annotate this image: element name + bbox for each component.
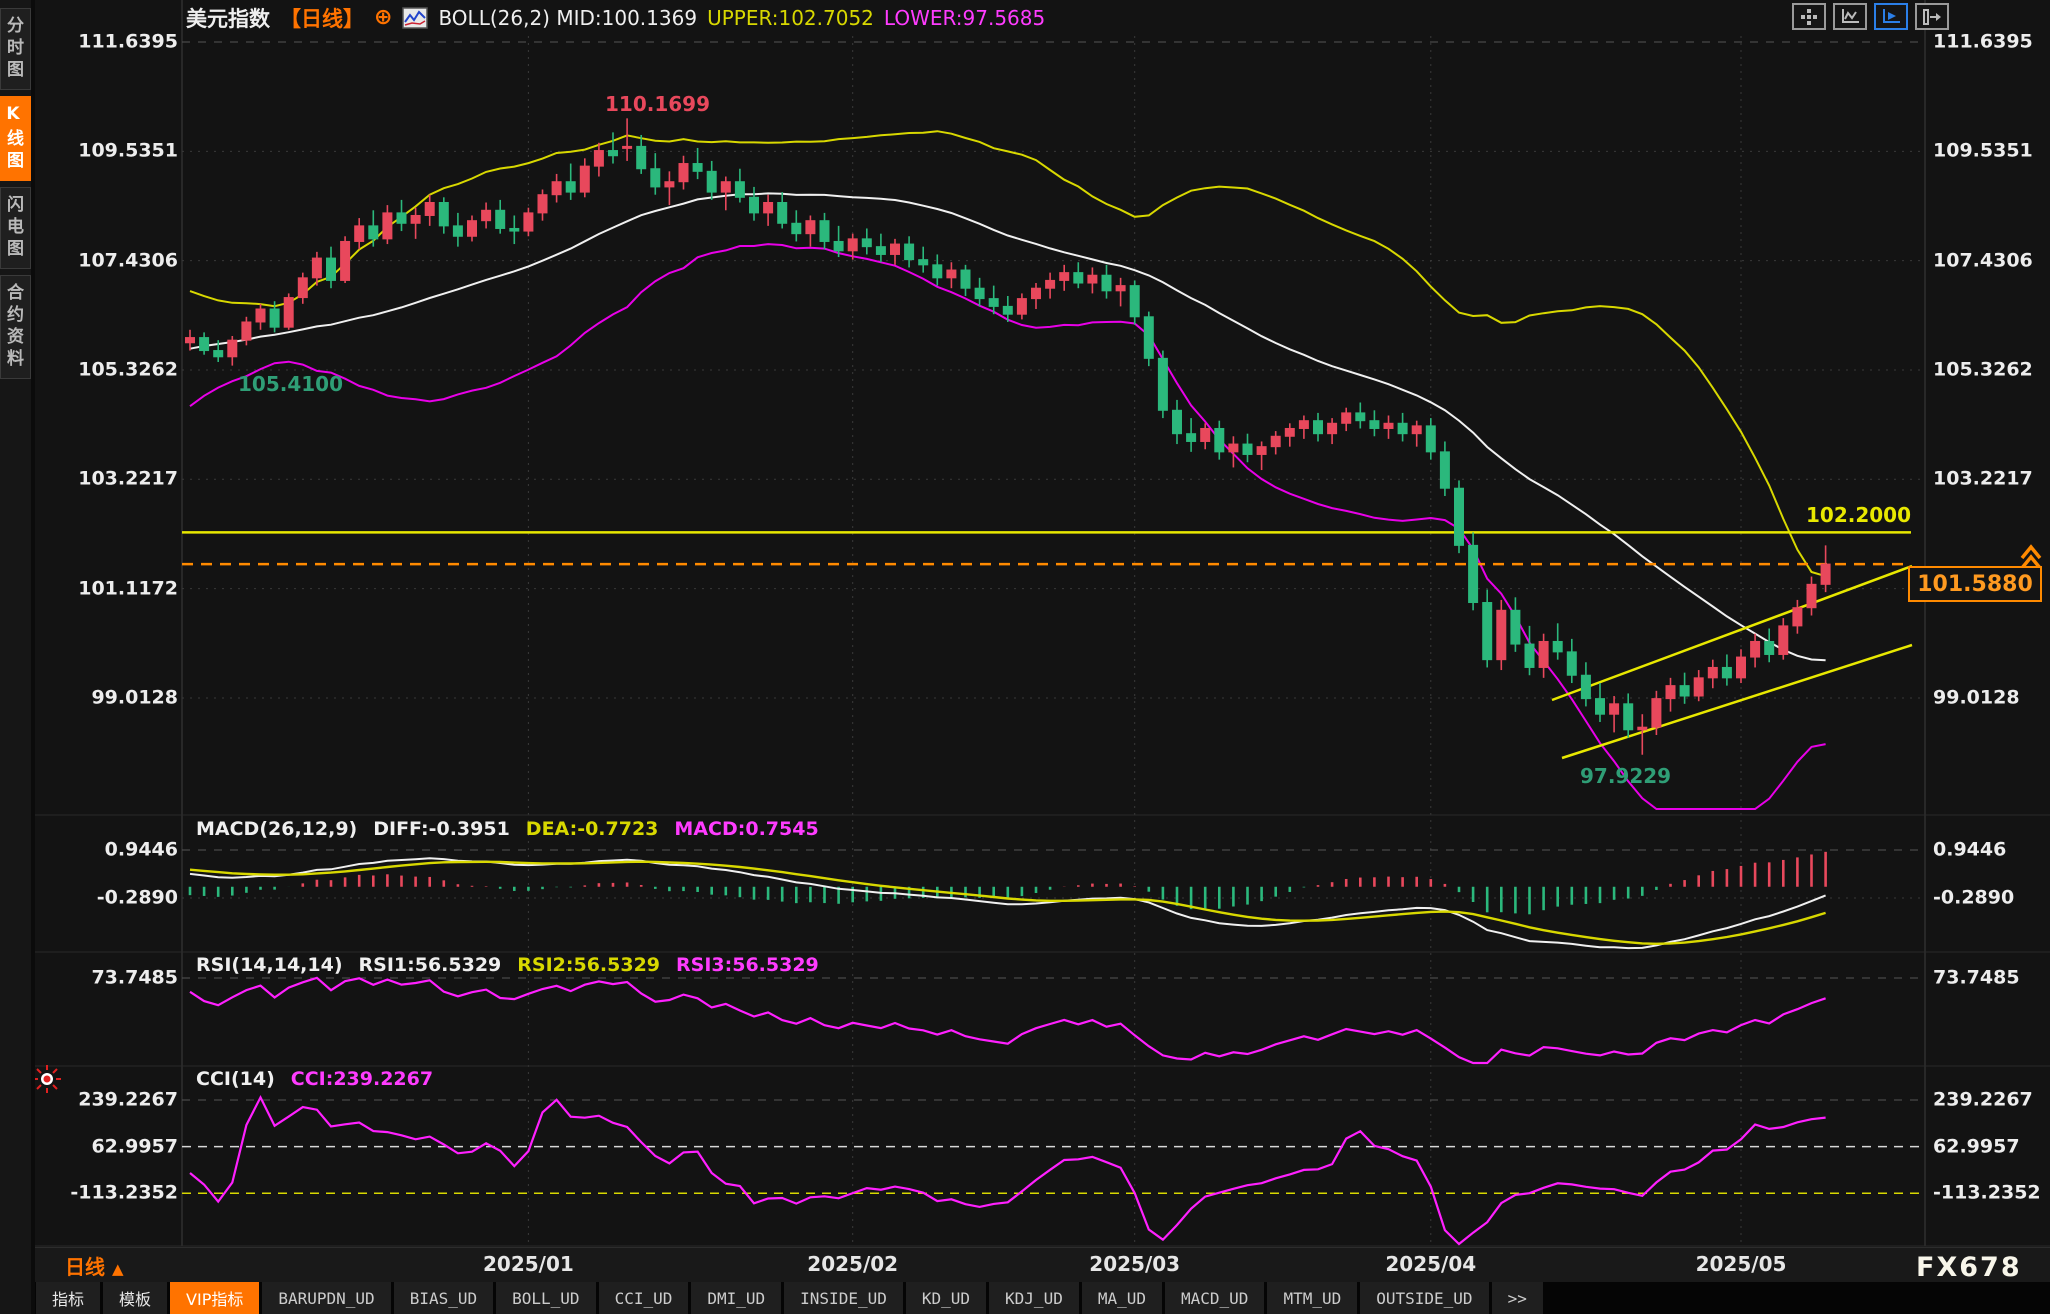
rsi-panel-header: RSI(14,14,14) RSI1:56.5329 RSI2:56.5329 … <box>196 954 819 976</box>
boll-upper-label: UPPER:102.7052 <box>707 6 874 30</box>
indicator-tab-[interactable]: >> <box>1492 1282 1543 1314</box>
period-selector[interactable]: 日线 ▲ <box>65 1251 124 1280</box>
indicator-tab-kdjud[interactable]: KDJ_UD <box>989 1282 1079 1314</box>
indicator-tab-bollud[interactable]: BOLL_UD <box>496 1282 595 1314</box>
indicator-tab-[interactable]: 模板 <box>103 1282 167 1314</box>
date-axis-label: 2025/02 <box>798 1252 908 1276</box>
chart-toolbar <box>1792 3 1949 30</box>
chart-type-sidebar: 分时图 K线图 闪电图 合约资料 <box>0 0 35 1314</box>
date-axis-label: 2025/05 <box>1686 1252 1796 1276</box>
cci-title: CCI(14) <box>196 1068 275 1090</box>
indicator-tab-biasud[interactable]: BIAS_UD <box>394 1282 493 1314</box>
macd-title: MACD(26,12,9) <box>196 818 357 840</box>
price-axis-label: 109.5351 <box>1933 140 2033 162</box>
indicator-tab-outsideud[interactable]: OUTSIDE_UD <box>1360 1282 1488 1314</box>
price-axis-label: 111.6395 <box>1933 31 2033 53</box>
period-label: 日线 <box>65 1255 105 1279</box>
price-axis-label: -113.2352 <box>1933 1182 2041 1204</box>
price-axis-label: 73.7485 <box>1933 967 2020 989</box>
indicator-tab-mtmud[interactable]: MTM_UD <box>1267 1282 1357 1314</box>
indicator-tab-maud[interactable]: MA_UD <box>1082 1282 1162 1314</box>
axis-play-icon[interactable] <box>1874 3 1908 30</box>
indicator-tab-bar: 指标模板VIP指标BARUPDN_UDBIAS_UDBOLL_UDCCI_UDD… <box>0 1282 2050 1314</box>
price-axis-label: -0.2890 <box>97 887 178 909</box>
macd-dea-value: DEA:-0.7723 <box>526 818 659 840</box>
price-axis-label: -113.2352 <box>70 1182 178 1204</box>
macd-bar-value: MACD:0.7545 <box>674 818 818 840</box>
price-axis-label: 73.7485 <box>91 967 178 989</box>
axis-chart-icon[interactable] <box>1833 3 1867 30</box>
sidebar-item-time-chart[interactable]: 分时图 <box>0 8 31 90</box>
trough-price-annotation: 97.9229 <box>1580 764 1671 788</box>
sidebar-item-flash-chart[interactable]: 闪电图 <box>0 187 31 269</box>
watermark: FX678 <box>1916 1252 2022 1283</box>
sidebar-item-contract-info[interactable]: 合约资料 <box>0 275 31 379</box>
price-axis-label: 109.5351 <box>78 140 178 162</box>
last-price-box: 101.5880 <box>1908 566 2042 602</box>
price-axis-label: 105.3262 <box>1933 359 2033 381</box>
cci-value: CCI:239.2267 <box>291 1068 433 1090</box>
price-axis-label: 239.2267 <box>1933 1089 2033 1111</box>
early-low-annotation: 105.4100 <box>238 372 343 396</box>
price-axis-label: 99.0128 <box>91 687 178 709</box>
price-axis-label: 62.9957 <box>91 1135 178 1157</box>
price-axis-label: 107.4306 <box>1933 249 2033 271</box>
price-axis-label: 105.3262 <box>78 359 178 381</box>
date-axis-label: 2025/03 <box>1080 1252 1190 1276</box>
price-axis-label: -0.2890 <box>1933 887 2014 909</box>
symbol-title: 美元指数 <box>186 3 270 33</box>
rsi-title: RSI(14,14,14) <box>196 954 343 976</box>
macd-diff-value: DIFF:-0.3951 <box>373 818 510 840</box>
date-axis-label: 2025/04 <box>1376 1252 1486 1276</box>
alert-beacon-icon[interactable] <box>32 1064 62 1098</box>
price-axis-label: 103.2217 <box>1933 468 2033 490</box>
indicator-tab-kdud[interactable]: KD_UD <box>906 1282 986 1314</box>
boll-indicator-label: BOLL(26,2) MID:100.1369 <box>438 6 697 30</box>
sidebar-item-candle-chart[interactable]: K线图 <box>0 96 31 181</box>
indicator-tab-vip[interactable]: VIP指标 <box>170 1282 259 1314</box>
price-axis-label: 111.6395 <box>78 31 178 53</box>
triangle-up-icon: ▲ <box>112 1260 124 1278</box>
price-axis-label: 0.9446 <box>105 839 178 861</box>
chart-header: 美元指数 【日线】 ⊕ BOLL(26,2) MID:100.1369 UPPE… <box>186 5 1045 31</box>
grid-move-icon[interactable] <box>1792 3 1826 30</box>
rsi2-value: RSI2:56.5329 <box>517 954 660 976</box>
indicator-tab-[interactable]: 指标 <box>36 1282 100 1314</box>
candle-mini-icon[interactable] <box>402 7 428 29</box>
period-tag[interactable]: 【日线】 <box>280 3 364 33</box>
indicator-tab-cciud[interactable]: CCI_UD <box>599 1282 689 1314</box>
price-axis-left: 111.6395 109.5351 107.4306 105.3262 103.2217… <box>40 0 178 1314</box>
cci-panel-header: CCI(14) CCI:239.2267 <box>196 1068 433 1090</box>
price-axis-right: 111.6395 109.5351 107.4306 105.3262 103.2217… <box>1933 0 2048 1314</box>
indicator-tab-insideud[interactable]: INSIDE_UD <box>784 1282 903 1314</box>
yellow-line-label: 102.2000 <box>1806 503 1911 527</box>
indicator-tab-barupdnud[interactable]: BARUPDN_UD <box>262 1282 390 1314</box>
chart-canvas[interactable] <box>0 0 2050 1314</box>
macd-panel-header: MACD(26,12,9) DIFF:-0.3951 DEA:-0.7723 M… <box>196 818 819 840</box>
price-axis-label: 0.9446 <box>1933 839 2006 861</box>
price-axis-label: 239.2267 <box>78 1089 178 1111</box>
price-axis-label: 62.9957 <box>1933 1135 2020 1157</box>
price-axis-label: 103.2217 <box>78 468 178 490</box>
rsi3-value: RSI3:56.5329 <box>676 954 819 976</box>
price-axis-label: 99.0128 <box>1933 687 2020 709</box>
peak-price-annotation: 110.1699 <box>605 92 710 116</box>
time-axis-strip: 日线 ▲ 2025/01 2025/02 2025/03 2025/04 2025/05 <box>35 1247 2050 1283</box>
price-axis-label: 107.4306 <box>78 249 178 271</box>
date-axis-label: 2025/01 <box>473 1252 583 1276</box>
indicator-tab-macdud[interactable]: MACD_UD <box>1165 1282 1264 1314</box>
price-axis-label: 101.1172 <box>78 577 178 599</box>
boll-lower-label: LOWER:97.5685 <box>884 6 1045 30</box>
add-indicator-icon[interactable]: ⊕ <box>374 7 392 29</box>
indicator-tab-dmiud[interactable]: DMI_UD <box>691 1282 781 1314</box>
rsi1-value: RSI1:56.5329 <box>359 954 502 976</box>
